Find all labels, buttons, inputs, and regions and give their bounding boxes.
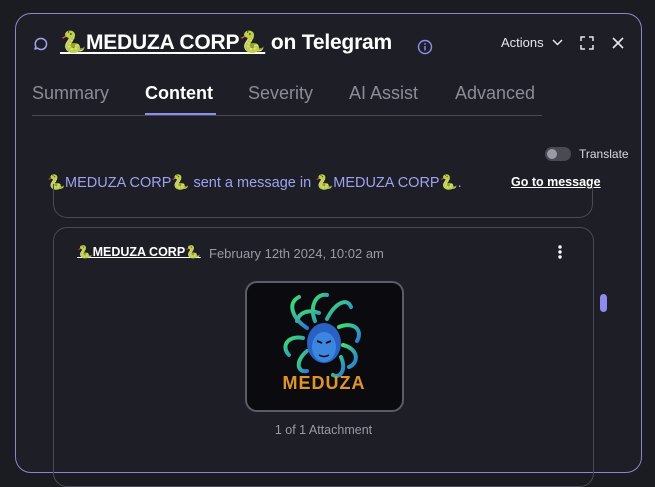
channel-name-link[interactable]: 🐍MEDUZA CORP🐍 <box>60 31 265 54</box>
message-card: 🐍MEDUZA CORP🐍 February 12th 2024, 10:02 … <box>53 227 594 487</box>
tab-severity[interactable]: Severity <box>248 83 313 104</box>
message-timestamp: February 12th 2024, 10:02 am <box>209 246 384 261</box>
more-options-icon[interactable] <box>557 244 563 260</box>
title-suffix: on Telegram <box>265 31 392 54</box>
logo-text: MEDUZA <box>283 373 366 393</box>
telegram-message-panel: 🐍MEDUZA CORP🐍 on Telegram Actions Summar… <box>15 13 642 487</box>
actions-dropdown[interactable]: Actions <box>501 35 563 50</box>
attachment-count: 1 of 1 Attachment <box>274 423 373 437</box>
scrollbar-thumb[interactable] <box>600 294 607 312</box>
tab-ai-assist[interactable]: AI Assist <box>349 83 418 104</box>
actions-label: Actions <box>501 35 544 50</box>
panel-header: 🐍MEDUZA CORP🐍 on Telegram Actions <box>16 14 641 74</box>
page-title: 🐍MEDUZA CORP🐍 on Telegram <box>60 31 392 55</box>
translate-label: Translate <box>579 147 629 161</box>
tab-bar: Summary Content Severity AI Assist Advan… <box>32 80 542 116</box>
close-icon[interactable] <box>611 36 625 50</box>
previous-message-card <box>53 184 593 218</box>
tab-summary[interactable]: Summary <box>32 83 109 104</box>
chat-bubble-icon <box>34 37 48 51</box>
info-icon[interactable] <box>417 39 433 55</box>
tab-advanced[interactable]: Advanced <box>455 83 535 104</box>
meduza-logo-image: MEDUZA <box>283 292 366 393</box>
translate-toggle[interactable] <box>545 147 571 161</box>
chevron-down-icon <box>552 39 563 46</box>
message-sender-link[interactable]: 🐍MEDUZA CORP🐍 <box>77 245 201 260</box>
expand-icon[interactable] <box>579 35 595 51</box>
attachment-image[interactable]: MEDUZA <box>245 281 404 412</box>
toggle-knob <box>547 149 557 159</box>
active-tab-indicator <box>145 113 216 115</box>
tab-content[interactable]: Content <box>145 83 213 104</box>
